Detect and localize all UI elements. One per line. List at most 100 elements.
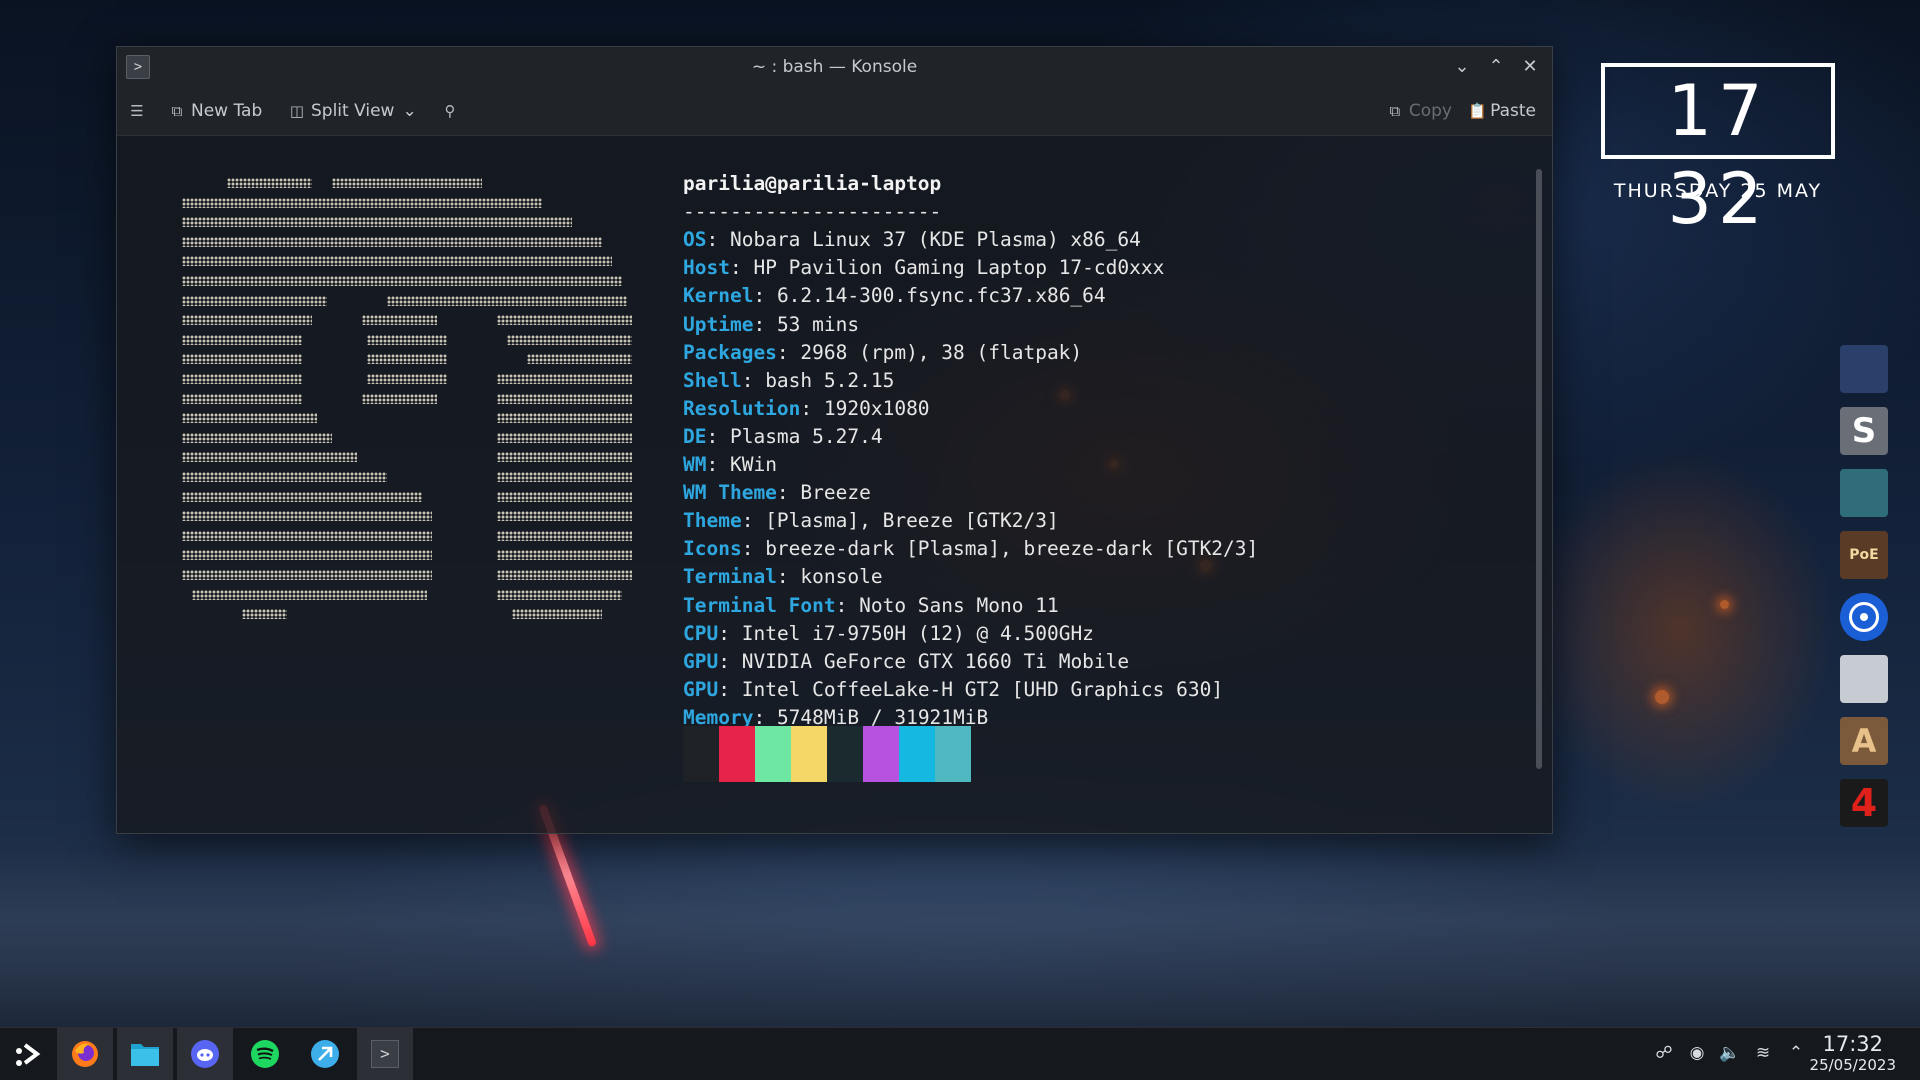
new-tab-label: New Tab [191, 101, 263, 121]
kde-connect-icon[interactable] [297, 1028, 353, 1080]
discord-icon[interactable] [177, 1028, 233, 1080]
new-tab-button[interactable]: ⧉ New Tab [169, 100, 263, 122]
files-icon[interactable] [117, 1028, 173, 1080]
logo-dot-row [182, 570, 432, 580]
logo-dot-row [497, 393, 632, 404]
logo-dot-row [507, 334, 632, 345]
minimize-icon[interactable]: ⌄ [1450, 55, 1474, 79]
color-swatch [935, 726, 971, 782]
dock-game-poe-icon[interactable]: PoE [1840, 531, 1888, 579]
logo-dot-row [497, 452, 632, 463]
spotify-icon[interactable] [237, 1028, 293, 1080]
wallpaper-ridge [0, 850, 1920, 1030]
info-key: WM [683, 453, 707, 477]
dock-game-4-icon[interactable]: 4 [1840, 779, 1888, 827]
logo-dot-row [182, 432, 332, 443]
logo-dot-row [367, 354, 447, 365]
desktop-date: THURSDAY 25 MAY [1613, 180, 1823, 202]
scrollbar[interactable] [1536, 169, 1542, 769]
logo-dot-row [182, 530, 432, 541]
terminal-output[interactable]: parilia@parilia-laptop ------------------… [683, 142, 1258, 732]
info-key: CPU [683, 621, 719, 645]
desktop-clock: 17 32 [1601, 63, 1835, 240]
logo-dot-row [387, 295, 627, 306]
paste-button[interactable]: 📋 Paste [1468, 100, 1536, 122]
info-row: Host: HP Pavilion Gaming Laptop 17-cd0xx… [683, 256, 1165, 280]
info-value: HP Pavilion Gaming Laptop 17-cd0xxx [753, 256, 1165, 280]
info-key: Resolution [683, 396, 801, 420]
info-key: Icons [683, 537, 742, 561]
info-row: Theme: [Plasma], Breeze [GTK2/3] [683, 509, 1059, 533]
info-key: DE [683, 424, 707, 448]
info-row: Kernel: 6.2.14-300.fsync.fc37.x86_64 [683, 284, 1106, 308]
info-value: Noto Sans Mono 11 [859, 593, 1059, 617]
info-value: 1920x1080 [823, 396, 930, 420]
window-title: ~ : bash — Konsole [751, 57, 918, 77]
split-view-button[interactable]: ◫ Split View ⌄ [289, 100, 417, 122]
dock-game-a-icon[interactable]: A [1840, 717, 1888, 765]
logo-dot-row [242, 609, 287, 620]
steam-icon[interactable]: ◉ [1686, 1042, 1708, 1064]
dock-glyph: S [1851, 411, 1877, 451]
logo-dot-row [497, 570, 632, 580]
volume-icon[interactable]: 🔈 [1719, 1042, 1741, 1064]
dock-game-skull-icon[interactable] [1840, 655, 1888, 703]
taskbar-clock[interactable]: 17:32 25/05/2023 [1810, 1032, 1896, 1074]
taskbar-time: 17:32 [1822, 1032, 1884, 1056]
split-view-icon: ◫ [289, 102, 305, 120]
info-key: Theme [683, 509, 742, 533]
maximize-icon[interactable]: ⌃ [1484, 55, 1508, 79]
dock-game-1-icon[interactable] [1840, 345, 1888, 393]
wallpaper-ember [1720, 600, 1729, 609]
user-host: parilia@parilia-laptop [683, 172, 942, 196]
logo-dot-row [182, 276, 622, 286]
separator-line: ---------------------- [683, 200, 942, 224]
logo-dot-row [182, 256, 612, 267]
info-key: Shell [683, 368, 742, 392]
logo-dot-row [182, 452, 357, 463]
logo-dot-row [182, 413, 317, 424]
info-value: bash 5.2.15 [765, 368, 895, 392]
new-tab-icon: ⧉ [171, 102, 183, 120]
dock-app-blue-circle-icon[interactable] [1840, 593, 1888, 641]
info-key: OS [683, 228, 707, 252]
info-value: Breeze [800, 481, 871, 505]
search-icon[interactable]: ⚲ [442, 100, 464, 122]
firefox-icon[interactable] [57, 1028, 113, 1080]
chevron-down-icon: ⌄ [402, 101, 417, 121]
color-swatch [791, 726, 827, 782]
close-icon[interactable]: ✕ [1518, 55, 1542, 79]
info-key: Host [683, 256, 730, 280]
notifications-icon[interactable]: ☍ [1653, 1042, 1675, 1064]
info-value: 6.2.14-300.fsync.fc37.x86_64 [776, 284, 1106, 308]
info-row: Terminal: konsole [683, 565, 883, 589]
info-key: Terminal [683, 565, 777, 589]
logo-dot-row [182, 315, 312, 326]
wifi-icon[interactable]: ≋ [1752, 1042, 1774, 1064]
info-key: Kernel [683, 284, 754, 308]
logo-dot-row [497, 472, 632, 482]
info-key: GPU [683, 649, 719, 673]
logo-dot-row [182, 491, 422, 502]
taskbar-date: 25/05/2023 [1809, 1056, 1896, 1074]
info-row: GPU: Intel CoffeeLake-H GT2 [UHD Graphic… [683, 677, 1224, 701]
color-swatch [827, 726, 863, 782]
application-launcher-icon[interactable] [0, 1028, 56, 1080]
tray-expand-icon[interactable]: ⌃ [1785, 1042, 1807, 1064]
color-swatch [683, 726, 719, 782]
info-value: 2968 (rpm), 38 (flatpak) [800, 340, 1083, 364]
konsole-taskbar-icon[interactable]: > [357, 1028, 413, 1080]
hamburger-menu-icon[interactable]: ☰ [129, 100, 151, 122]
logo-dot-row [497, 413, 632, 424]
info-row: CPU: Intel i7-9750H (12) @ 4.500GHz [683, 621, 1094, 645]
toolbar: ☰ ⧉ New Tab ◫ Split View ⌄ ⚲ ⧉ Copy 📋 Paste [117, 87, 1552, 136]
logo-dot-row [497, 550, 632, 561]
dock-game-s-icon[interactable]: S [1840, 407, 1888, 455]
copy-button[interactable]: ⧉ Copy [1387, 100, 1452, 122]
logo-dot-row [182, 511, 432, 522]
copy-icon: ⧉ [1389, 102, 1401, 120]
logo-dot-row [192, 589, 427, 600]
logo-dot-row [182, 295, 327, 306]
dock-game-planet-icon[interactable] [1840, 469, 1888, 517]
title-bar[interactable]: > ~ : bash — Konsole ⌄ ⌃ ✕ [117, 47, 1552, 88]
